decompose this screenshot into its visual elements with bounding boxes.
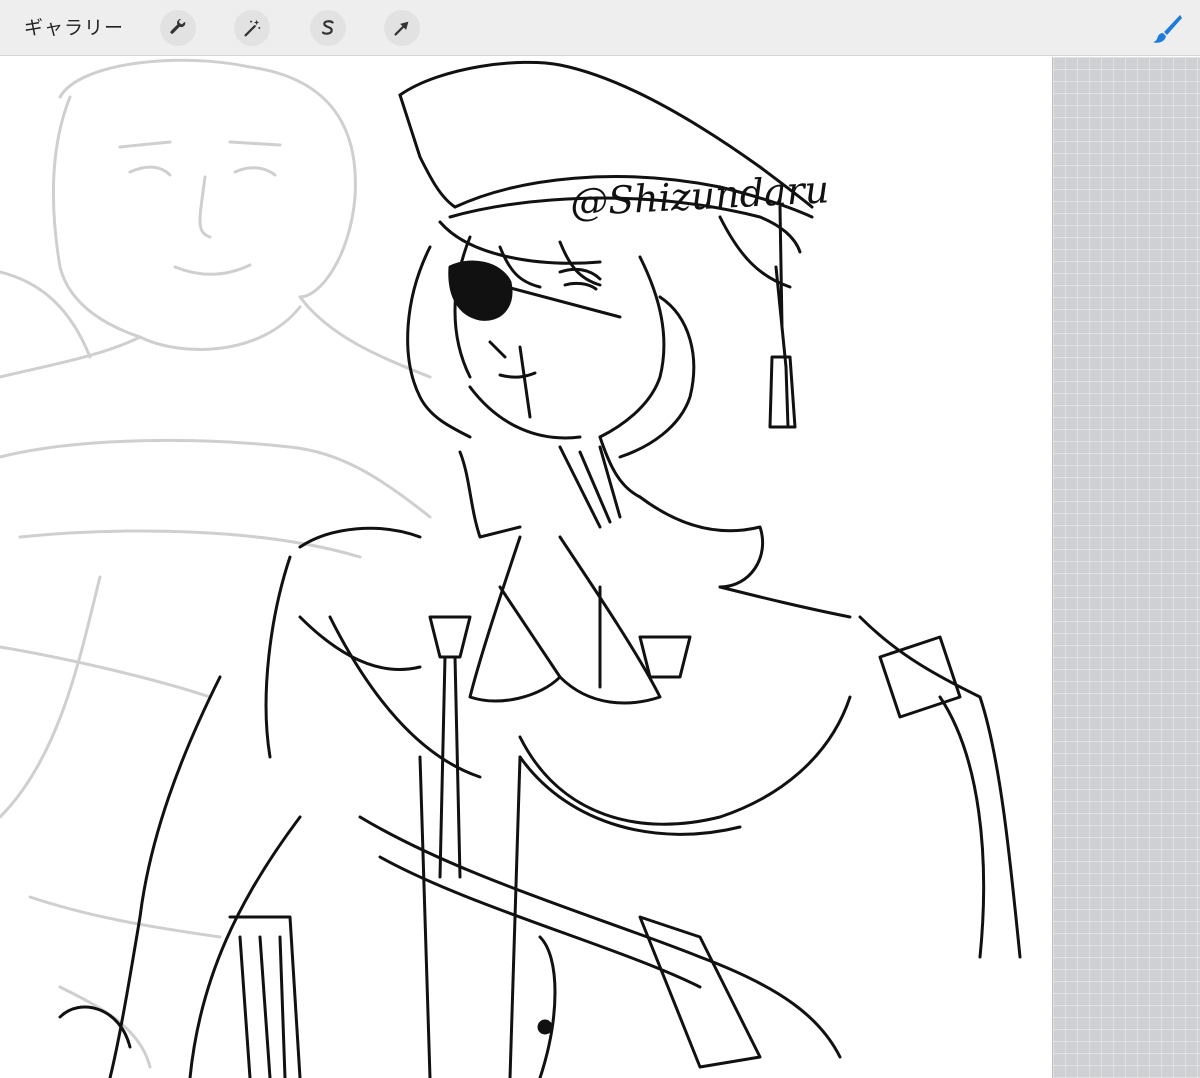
drawing-canvas[interactable]: @Shizundaru (0, 57, 1052, 1078)
adjustments-button[interactable] (234, 10, 270, 46)
brush-icon (1153, 15, 1182, 43)
magic-wand-icon (244, 19, 261, 37)
transform-button[interactable] (384, 10, 420, 46)
selection-button[interactable] (310, 10, 346, 46)
artwork (0, 58, 1022, 1078)
arrow-cursor-icon (394, 21, 409, 36)
gallery-button[interactable]: ギャラリー (24, 14, 124, 42)
wrench-icon (170, 18, 186, 34)
top-toolbar: ギャラリー (0, 0, 1200, 56)
workspace-grid-background (1052, 57, 1200, 1078)
ink-character-layer (58, 60, 1022, 1078)
actions-button[interactable] (160, 10, 196, 46)
reference-sketch-layer (0, 58, 432, 1069)
selection-s-icon (321, 20, 334, 35)
brush-button[interactable] (1150, 12, 1184, 46)
